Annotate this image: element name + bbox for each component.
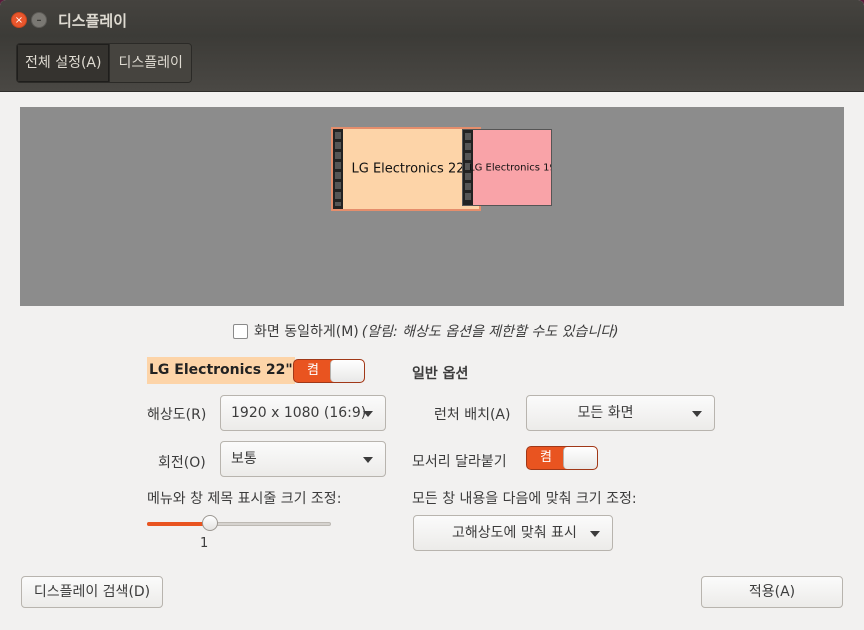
switch-knob [563,447,597,469]
monitor-arrangement-area[interactable]: LG Electronics 22" LG Electronics 19" [20,107,844,306]
monitor-label: LG Electronics 22" [351,161,471,177]
apply-button[interactable]: 적용(A) [701,576,843,608]
sticky-edges-label: 모서리 달라붙기 [412,454,507,470]
tab-all-settings[interactable]: 전체 설정(A) [17,44,110,82]
monitor-lg-19[interactable]: LG Electronics 19" [462,129,552,206]
switch-on-label: 켬 [307,363,319,378]
monitor-power-switch[interactable]: 켬 [293,359,365,383]
monitor-lg-22[interactable]: LG Electronics 22" [331,127,481,211]
detect-displays-button[interactable]: 디스플레이 검색(D) [21,576,163,608]
menu-scale-slider[interactable] [147,515,331,535]
chevron-down-icon [692,411,702,417]
slider-thumb[interactable] [202,515,218,531]
tab-bar: 전체 설정(A) 디스플레이 [16,43,192,83]
chevron-down-icon [590,531,600,537]
rotation-dropdown[interactable]: 보통 [220,441,386,477]
fit-content-dropdown[interactable]: 고해상도에 맞춰 표시 [413,515,613,551]
mirror-displays-label[interactable]: 화면 동일하게(M) [254,321,359,341]
launcher-placement-dropdown[interactable]: 모든 화면 [526,395,715,431]
chevron-down-icon [363,457,373,463]
fit-content-label: 모든 창 내용을 다음에 맞춰 크기 조정: [412,491,637,507]
mirror-displays-note: (알림: 해상도 옵션을 제한할 수도 있습니다) [361,324,619,340]
displays-window: × – 디스플레이 전체 설정(A) 디스플레이 LG Electronics … [0,0,864,630]
slider-fill [147,522,210,526]
resolution-label: 해상도(R) [147,407,207,423]
rotation-label: 회전(O) [158,455,206,471]
selected-monitor-name: LG Electronics 22" [147,357,295,384]
mirror-displays-checkbox[interactable] [233,323,248,339]
close-icon[interactable]: × [11,12,27,28]
title-bar: × – 디스플레이 [0,0,864,36]
monitor-label: LG Electronics 19" [469,162,551,173]
rotation-value: 보통 [231,451,257,467]
toolbar: 전체 설정(A) 디스플레이 [0,36,864,92]
resolution-value: 1920 x 1080 (16:9) [231,405,367,421]
fit-content-value: 고해상도에 맞춰 표시 [452,525,577,541]
scale-label: 메뉴와 창 제목 표시줄 크기 조정: [147,491,342,507]
tab-displays[interactable]: 디스플레이 [109,44,191,82]
mirror-displays-row: 화면 동일하게(M) (알림: 해상도 옵션을 제한할 수도 있습니다) [233,321,619,341]
launcher-placement-label: 런처 배치(A) [434,407,511,423]
minimize-icon[interactable]: – [31,12,47,28]
resolution-dropdown[interactable]: 1920 x 1080 (16:9) [220,395,386,431]
window-title: 디스플레이 [58,12,128,30]
switch-knob [330,360,364,382]
chevron-down-icon [363,411,373,417]
scale-value: 1 [200,536,209,551]
sticky-edges-switch[interactable]: 켬 [526,446,598,470]
switch-on-label: 켬 [540,450,552,465]
general-options-heading: 일반 옵션 [412,366,469,382]
launcher-placement-value: 모든 화면 [577,405,634,421]
